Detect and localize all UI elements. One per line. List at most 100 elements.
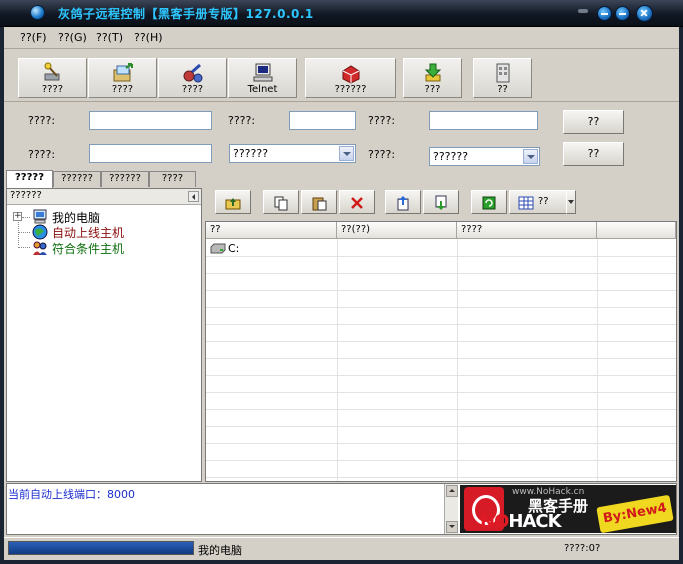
grid-line [206,307,676,308]
grid-line [206,409,676,410]
computer-icon [33,209,47,224]
banner-by: By:New4 [596,494,674,533]
building-icon [496,63,509,83]
tree-item-label: 符合条件主机 [52,242,125,256]
up-folder-button[interactable] [215,190,251,214]
close-button[interactable] [636,5,653,22]
chevron-down-icon[interactable] [339,146,354,161]
banner-logo-text: NOHACK [480,511,562,532]
grid-line [206,290,676,291]
paste-button[interactable] [301,190,337,214]
restore-button[interactable] [615,6,630,21]
form-input-2[interactable] [289,111,356,130]
toolbar-button-6[interactable]: ??? [403,58,462,98]
toolbar-button-5[interactable]: ?????? [305,58,396,98]
remove-package-icon [342,65,359,84]
toolbar-button-1-label: ???? [41,84,64,95]
toolbar-telnet-button[interactable]: Telnet [228,58,297,98]
status-right: ????:0? [564,543,601,554]
main-window: ??(F) ??(G) ??(T) ??(H) ???? ???? ???? T… [4,27,679,560]
form-select-2[interactable]: ?????? [429,147,540,166]
copy-button[interactable] [263,190,299,214]
tree-header: ?????? [7,189,201,205]
tools-icon [183,63,202,83]
form-input-4[interactable] [89,144,212,163]
menu-tools[interactable]: ??(T) [96,31,123,44]
collapse-pane-icon[interactable] [188,191,199,202]
form-label-3: ????: [368,114,396,127]
upload-button[interactable] [385,190,421,214]
scroll-down-icon[interactable] [446,521,458,533]
refresh-button[interactable] [471,190,507,214]
log-panel: 当前自动上线端口：8000 www.NoHack.cn 黑客手册 NOHACK … [6,483,677,535]
column-header-type[interactable]: ???? [457,222,597,239]
toolbar-button-1[interactable]: ???? [18,58,87,98]
toolbar-button-7-label: ?? [497,84,508,95]
form-label-1: ????: [28,114,56,127]
tab-1[interactable]: ????? [6,170,53,188]
delete-button[interactable] [339,190,375,214]
grid-line [206,256,676,257]
grid-line [206,341,676,342]
view-dropdown-button[interactable] [566,190,576,214]
view-button[interactable]: ?? [509,190,567,214]
folder-up-icon [225,198,241,210]
grid-line [206,443,676,444]
status-bar: 我的电脑 ????:0? [4,537,679,559]
form-label-5: ????: [368,148,396,161]
file-name: C: [228,242,240,255]
form-input-3[interactable] [429,111,538,130]
globe-icon [32,224,48,240]
form-select-1[interactable]: ?????? [229,144,356,163]
users-icon [33,241,47,255]
form-label-4: ????: [28,148,56,161]
tree-expander[interactable]: + [13,212,22,221]
scroll-up-icon[interactable] [446,485,458,497]
nohack-banner[interactable]: www.NoHack.cn 黑客手册 NOHACK By:New4 [460,485,676,533]
log-scrollbar[interactable] [444,484,458,534]
form-label-2: ????: [228,114,256,127]
toolbar-button-7[interactable]: ?? [473,58,532,98]
grid-line [597,239,598,481]
tree-item-label: 自动上线主机 [52,226,125,240]
form-button-1[interactable]: ?? [563,110,624,134]
toolbar-button-2[interactable]: ???? [88,58,157,98]
form-select-2-value: ?????? [433,150,469,163]
banner-no: NO [480,511,509,532]
menu-file[interactable]: ??(F) [20,31,47,44]
grid-line [457,239,458,481]
banner-hack: HACK [508,511,561,532]
delete-x-icon [351,197,363,209]
folder-arrow-icon [113,63,133,82]
main-toolbar: ???? ???? ???? Telnet ?????? ??? ?? [4,50,679,102]
chevron-down-icon[interactable] [523,149,538,164]
telnet-label: Telnet [247,84,278,95]
tab-3[interactable]: ?????? [101,171,149,187]
tree-connector [18,232,30,233]
tab-4[interactable]: ???? [149,171,196,187]
titlebar-separator [578,9,588,13]
column-header-extra[interactable] [597,222,676,239]
grid-view-icon [518,196,534,210]
column-header-size[interactable]: ??(??) [337,222,457,239]
column-header-name[interactable]: ?? [206,222,337,239]
app-orb-icon[interactable] [30,5,45,20]
terminal-computer-icon [253,63,272,82]
form-button-2[interactable]: ?? [563,142,624,166]
download-button[interactable] [423,190,459,214]
view-button-label: ?? [538,196,549,207]
menu-help[interactable]: ??(H) [134,31,163,44]
grid-line [206,426,676,427]
copy-icon [274,196,288,211]
drive-icon [210,243,226,254]
menu-control[interactable]: ??(G) [58,31,87,44]
toolbar-button-6-label: ??? [424,84,441,95]
host-tree-pane: ?????? + 我的电脑 自动上线主机 符合条件主机 [6,188,202,482]
file-toolbar: ?? [205,186,677,218]
wand-icon [44,62,59,81]
file-list-pane: ?? ??(??) ???? C: [205,221,677,482]
form-input-1[interactable] [89,111,212,130]
minimize-button[interactable] [597,6,612,21]
toolbar-button-3[interactable]: ???? [158,58,227,98]
tab-2[interactable]: ?????? [53,171,101,187]
